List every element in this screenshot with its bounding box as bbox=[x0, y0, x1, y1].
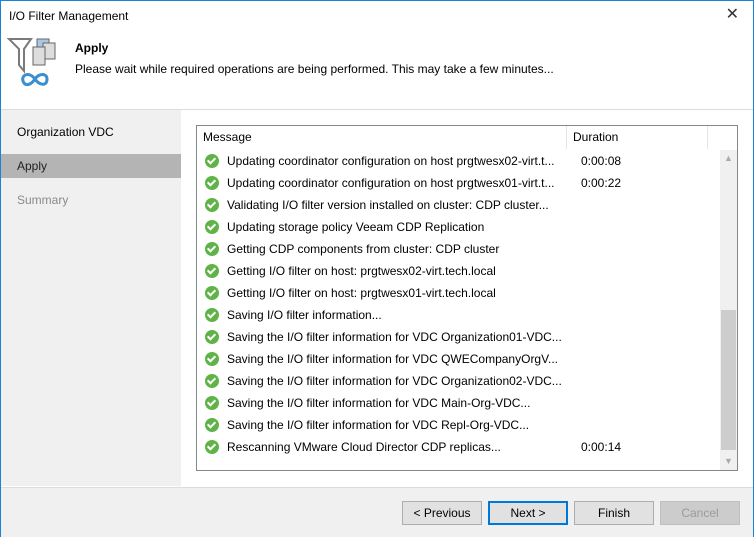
success-check-icon bbox=[205, 308, 219, 322]
cancel-button: Cancel bbox=[660, 501, 740, 525]
row-message: Saving I/O filter information... bbox=[227, 308, 382, 322]
row-message: Validating I/O filter version installed … bbox=[227, 198, 549, 212]
io-filter-management-window: I/O Filter Management ✕ Apply Please wai… bbox=[0, 0, 754, 537]
success-check-icon bbox=[205, 286, 219, 300]
table-row[interactable]: Getting I/O filter on host: prgtwesx01-v… bbox=[197, 282, 737, 304]
page-title: Apply bbox=[75, 41, 109, 55]
success-check-icon bbox=[205, 220, 219, 234]
success-check-icon bbox=[205, 176, 219, 190]
next-button[interactable]: Next > bbox=[488, 501, 568, 525]
success-check-icon bbox=[205, 440, 219, 454]
finish-button[interactable]: Finish bbox=[574, 501, 654, 525]
table-row[interactable]: Saving the I/O filter information for VD… bbox=[197, 370, 737, 392]
io-filter-icon bbox=[7, 38, 56, 87]
table-row[interactable]: Validating I/O filter version installed … bbox=[197, 194, 737, 216]
success-check-icon bbox=[205, 154, 219, 168]
previous-button[interactable]: < Previous bbox=[402, 501, 482, 525]
step-apply[interactable]: Apply bbox=[1, 154, 181, 178]
wizard-steps: Organization VDC Apply Summary bbox=[1, 110, 181, 486]
table-row[interactable]: Saving I/O filter information... bbox=[197, 304, 737, 326]
column-header-duration[interactable]: Duration bbox=[567, 126, 708, 149]
close-icon[interactable]: ✕ bbox=[726, 4, 739, 24]
scroll-up-icon[interactable]: ▲ bbox=[720, 150, 737, 167]
row-message: Updating coordinator configuration on ho… bbox=[227, 176, 555, 190]
vertical-scrollbar[interactable]: ▲ ▼ bbox=[720, 150, 737, 470]
success-check-icon bbox=[205, 374, 219, 388]
operations-list: Message Duration Updating coordinator co… bbox=[196, 125, 738, 471]
table-row[interactable]: Getting I/O filter on host: prgtwesx02-v… bbox=[197, 260, 737, 282]
success-check-icon bbox=[205, 330, 219, 344]
success-check-icon bbox=[205, 352, 219, 366]
row-message: Saving the I/O filter information for VD… bbox=[227, 396, 531, 410]
row-message: Saving the I/O filter information for VD… bbox=[227, 418, 530, 432]
window-title: I/O Filter Management bbox=[9, 9, 129, 23]
table-row[interactable]: Saving the I/O filter information for VD… bbox=[197, 326, 737, 348]
row-message: Getting I/O filter on host: prgtwesx02-v… bbox=[227, 264, 496, 278]
row-duration: 0:00:08 bbox=[581, 154, 622, 168]
row-message: Updating storage policy Veeam CDP Replic… bbox=[227, 220, 485, 234]
column-header-message[interactable]: Message bbox=[197, 126, 567, 149]
table-row[interactable]: Saving the I/O filter information for VD… bbox=[197, 348, 737, 370]
table-row[interactable]: Saving the I/O filter information for VD… bbox=[197, 392, 737, 414]
success-check-icon bbox=[205, 418, 219, 432]
success-check-icon bbox=[205, 198, 219, 212]
scroll-down-icon[interactable]: ▼ bbox=[720, 453, 737, 470]
row-message: Getting CDP components from cluster: CDP… bbox=[227, 242, 500, 256]
table-row[interactable]: Updating coordinator configuration on ho… bbox=[197, 172, 737, 194]
row-message: Rescanning VMware Cloud Director CDP rep… bbox=[227, 440, 501, 454]
row-message: Saving the I/O filter information for VD… bbox=[227, 330, 562, 344]
step-organization-vdc[interactable]: Organization VDC bbox=[1, 120, 181, 144]
table-row[interactable]: Getting CDP components from cluster: CDP… bbox=[197, 238, 737, 260]
success-check-icon bbox=[205, 264, 219, 278]
row-duration: 0:00:22 bbox=[581, 176, 622, 190]
table-row[interactable]: Rescanning VMware Cloud Director CDP rep… bbox=[197, 436, 737, 458]
row-message: Saving the I/O filter information for VD… bbox=[227, 352, 559, 366]
table-row[interactable]: Saving the I/O filter information for VD… bbox=[197, 414, 737, 436]
scrollbar-thumb[interactable] bbox=[721, 310, 736, 450]
row-message: Getting I/O filter on host: prgtwesx01-v… bbox=[227, 286, 496, 300]
table-row[interactable]: Updating storage policy Veeam CDP Replic… bbox=[197, 216, 737, 238]
success-check-icon bbox=[205, 242, 219, 256]
page-subtitle: Please wait while required operations ar… bbox=[75, 62, 554, 76]
step-summary: Summary bbox=[17, 193, 69, 207]
row-duration: 0:00:14 bbox=[581, 440, 622, 454]
success-check-icon bbox=[205, 396, 219, 410]
table-row[interactable]: Updating coordinator configuration on ho… bbox=[197, 150, 737, 172]
row-message: Updating coordinator configuration on ho… bbox=[227, 154, 555, 168]
row-message: Saving the I/O filter information for VD… bbox=[227, 374, 562, 388]
